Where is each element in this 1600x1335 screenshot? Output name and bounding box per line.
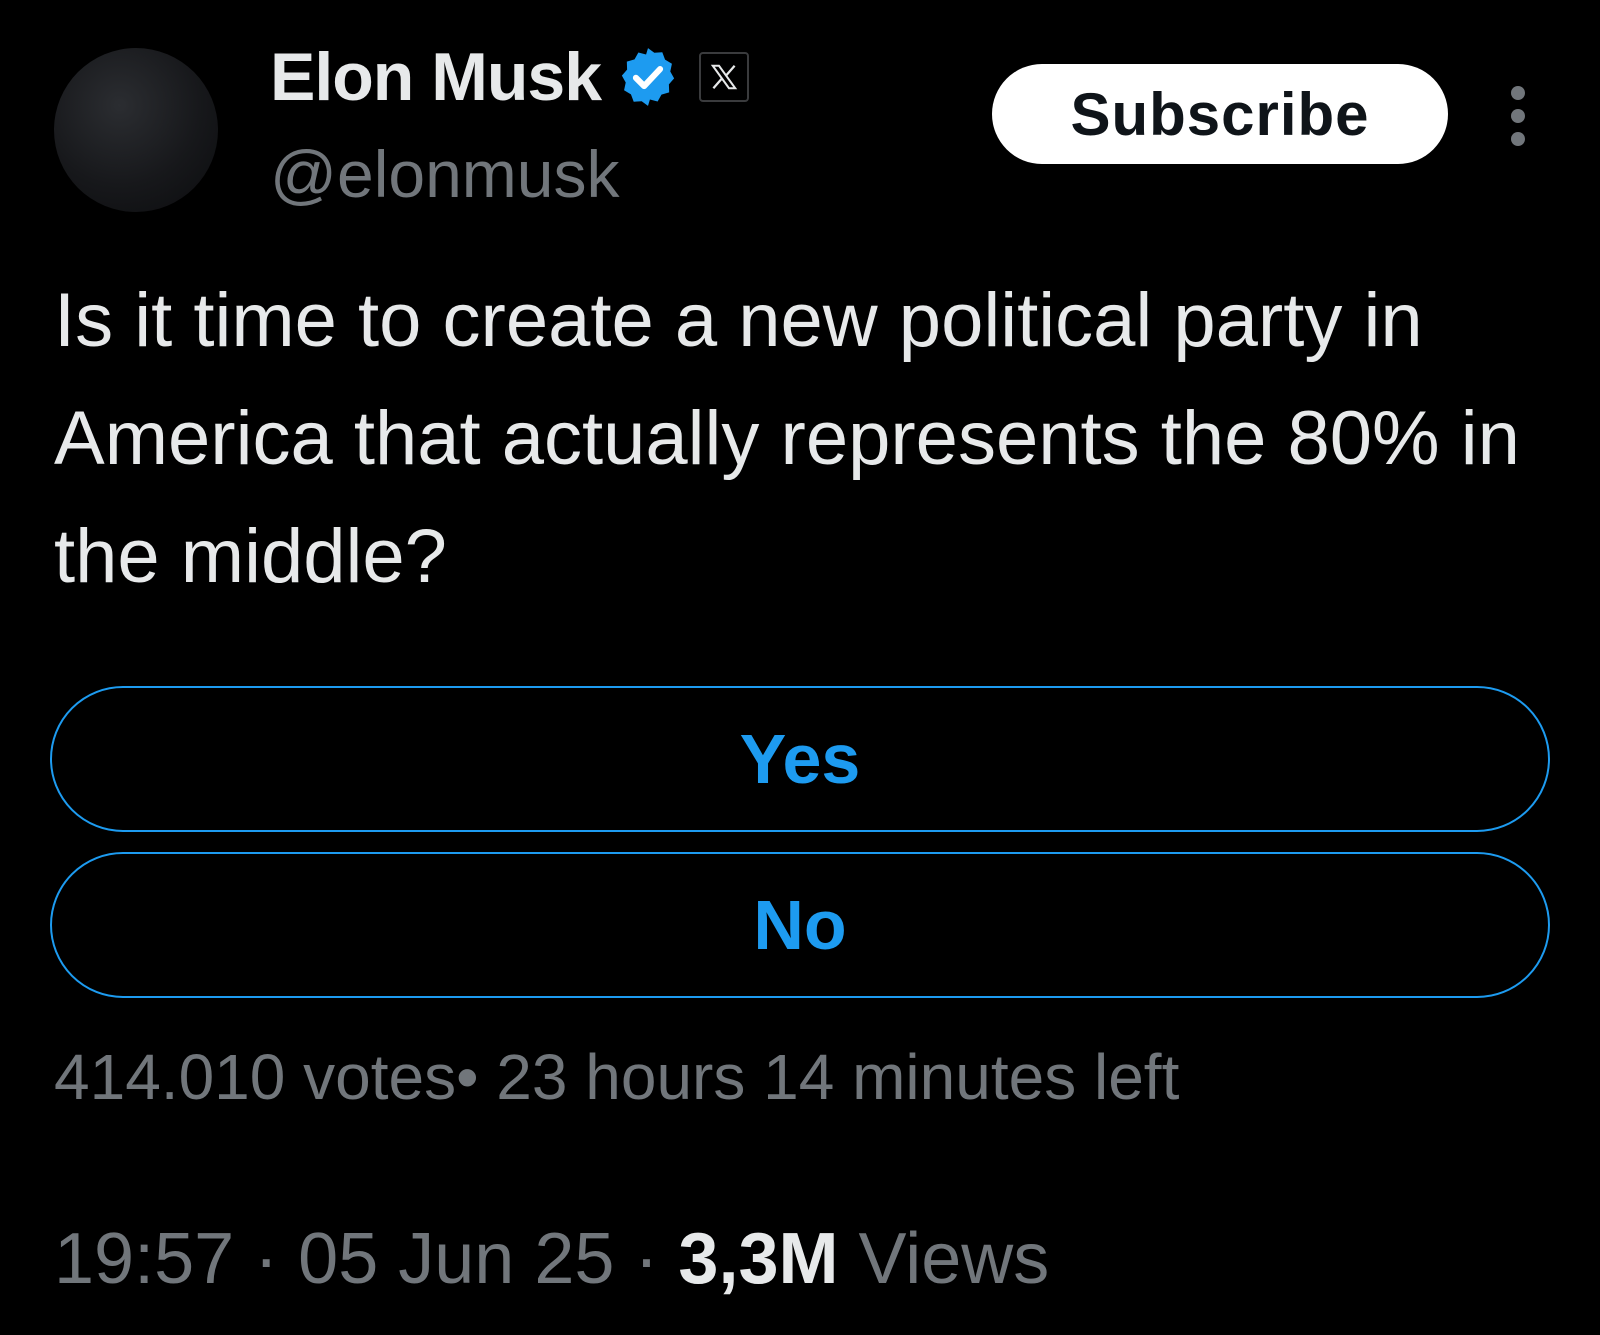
avatar[interactable] xyxy=(54,48,218,212)
more-dot xyxy=(1511,132,1525,146)
verified-badge-icon[interactable] xyxy=(615,44,681,110)
author-display-name[interactable]: Elon Musk xyxy=(270,38,602,116)
poll-separator: • xyxy=(456,1041,479,1113)
poll-vote-count: 414.010 votes xyxy=(54,1041,457,1113)
poll-meta: 414.010 votes• 23 hours 14 minutes left xyxy=(54,1040,1179,1114)
tweet-date[interactable]: 05 Jun 25 xyxy=(298,1219,614,1299)
author-name-row: Elon Musk xyxy=(270,38,750,116)
poll-time-left: 23 hours 14 minutes left xyxy=(496,1041,1180,1113)
author-handle[interactable]: @elonmusk xyxy=(270,136,619,212)
tweet-timestamp-row: 19:57 · 05 Jun 25 · 3,3M Views xyxy=(54,1219,1050,1299)
more-dot xyxy=(1511,86,1525,100)
more-vertical-icon[interactable] xyxy=(1500,86,1536,146)
views-count: 3,3M xyxy=(678,1219,839,1299)
x-logo-icon[interactable] xyxy=(699,52,750,102)
subscribe-button[interactable]: Subscribe xyxy=(992,64,1448,164)
poll-option-no[interactable]: No xyxy=(50,852,1550,998)
tweet-time[interactable]: 19:57 xyxy=(54,1219,234,1299)
tweet-text: Is it time to create a new political par… xyxy=(54,278,1520,599)
poll-option-yes[interactable]: Yes xyxy=(50,686,1550,832)
more-dot xyxy=(1511,109,1525,123)
views-label: Views xyxy=(858,1219,1050,1299)
